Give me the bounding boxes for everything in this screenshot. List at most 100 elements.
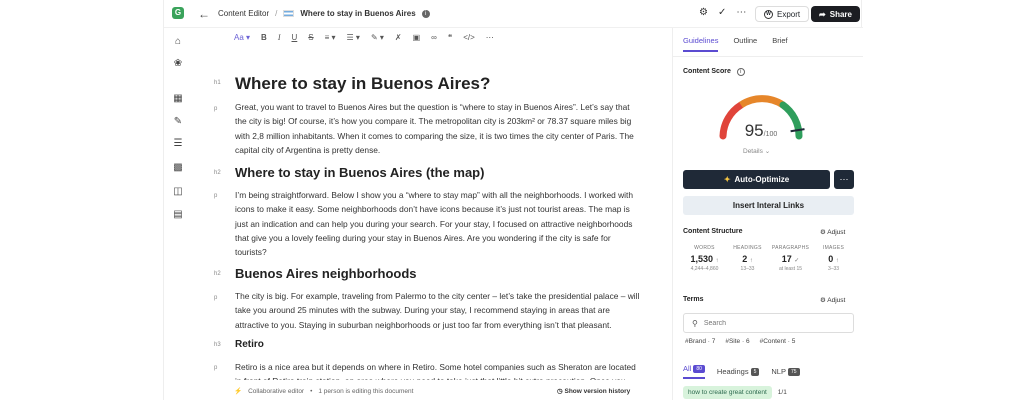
keyword-pill[interactable]: how to create great content [683, 386, 772, 399]
app-logo[interactable]: G [172, 7, 184, 19]
more-toolbar-icon[interactable]: ⋯ [486, 33, 494, 42]
search-input[interactable] [703, 319, 844, 327]
editor-status: ⚡ Collaborative editor • 1 person is edi… [234, 387, 414, 396]
version-history-label: Show version history [564, 388, 631, 395]
underline-icon[interactable]: U [292, 33, 298, 42]
info-icon[interactable]: i [421, 9, 430, 18]
link-icon[interactable]: ∞ [431, 33, 437, 42]
collaborative-label: Collaborative editor [248, 387, 305, 395]
highlight-dropdown-icon[interactable]: ✎ ▾ [371, 33, 384, 42]
tab-brief[interactable]: Brief [772, 36, 787, 52]
term-tag-site[interactable]: #Site · 6 [725, 338, 749, 345]
block-tag-h2: h2 [214, 170, 221, 176]
strikethrough-icon[interactable]: S [308, 33, 313, 42]
brain-icon[interactable]: ❀ [172, 58, 184, 70]
details-toggle[interactable]: Details ⌄ [743, 147, 770, 155]
tab-guidelines[interactable]: Guidelines [683, 36, 719, 52]
guidelines-panel: Guidelines Outline Brief Content Score i… [672, 28, 863, 400]
stat-number: 0 [828, 254, 834, 264]
filter-headings[interactable]: Headings 5 [716, 367, 760, 377]
stat-number: 1,530 [690, 254, 713, 264]
filter-count: 75 [787, 368, 800, 377]
image-icon[interactable]: ▣ [413, 33, 421, 42]
keyword-row[interactable]: how to create great content 1/1 [683, 386, 787, 399]
breadcrumb-separator: / [275, 9, 278, 18]
stat-range: 4,244–4,860 [690, 266, 719, 272]
heading-h3[interactable]: Retiro [235, 339, 640, 350]
tab-outline[interactable]: Outline [733, 36, 757, 52]
align-dropdown-icon[interactable]: ≡ ▾ [325, 33, 336, 42]
italic-icon[interactable]: I [278, 33, 281, 42]
export-button[interactable]: W Export [755, 6, 810, 22]
terms-title: Terms [683, 296, 704, 303]
show-version-history-link[interactable]: ◷ Show version history [557, 387, 630, 395]
font-style-dropdown[interactable]: Aa ▾ [234, 33, 250, 42]
paragraph[interactable]: The city is big. For example, traveling … [235, 289, 640, 332]
content-structure-stats: WORDS 1,530 ↑ 4,244–4,860 HEADINGS 2 ↑ 1… [683, 245, 855, 272]
paragraph[interactable]: Retiro is a nice area but it depends on … [235, 360, 640, 380]
grid-icon[interactable]: ▦ [172, 93, 184, 105]
quote-icon[interactable]: ❝ [448, 33, 452, 42]
info-icon[interactable]: i [736, 68, 745, 76]
sparkle-icon: ✦ [723, 175, 731, 184]
home-icon[interactable]: ⌂ [172, 36, 184, 48]
content-score-title: Content Score i [683, 68, 745, 76]
filter-label: NLP [771, 367, 786, 376]
block-tag-p: p [214, 295, 218, 301]
clear-format-icon[interactable]: ✗ [395, 33, 402, 42]
page-margin-right [862, 0, 1024, 400]
breadcrumb-content-editor[interactable]: Content Editor [218, 9, 269, 18]
insert-internal-links-button[interactable]: Insert Interal Links [683, 196, 854, 215]
code-icon[interactable]: </> [463, 33, 475, 42]
term-tag-brand[interactable]: #Brand · 7 [685, 338, 715, 345]
heading-h2[interactable]: Where to stay in Buenos Aires (the map) [235, 165, 640, 180]
tabs-divider [673, 56, 863, 57]
filter-nlp[interactable]: NLP 75 [771, 367, 800, 377]
list-dropdown-icon[interactable]: ☰ ▾ [347, 33, 360, 42]
left-icon-rail: ⌂ ❀ ▦ ✎ ☰ ▩ ◫ ▤ [164, 28, 194, 400]
font-style-label: Aa [234, 33, 244, 42]
edit-icon[interactable]: ✎ [172, 116, 184, 128]
auto-optimize-label: Auto-Optimize [734, 175, 790, 184]
block-tag-h3: h3 [214, 342, 221, 348]
paragraph[interactable]: Great, you want to travel to Buenos Aire… [235, 100, 640, 157]
breadcrumb: Content Editor / Where to stay in Buenos… [218, 9, 430, 18]
filter-label: Headings [716, 367, 749, 376]
filter-count: 5 [750, 368, 760, 377]
settings-icon[interactable]: ⚙ [699, 7, 708, 18]
checkmark-icon[interactable]: ✓ [718, 7, 726, 18]
term-tag-content[interactable]: #Content · 5 [760, 338, 796, 345]
chart-icon[interactable]: ▩ [172, 162, 184, 174]
score-value: 95 [744, 121, 764, 140]
more-options-icon[interactable]: ⋯ [736, 7, 746, 18]
editing-count: 1 person is editing this document [318, 387, 414, 395]
auto-optimize-more-button[interactable]: ⋯ [834, 170, 854, 189]
heading-h1[interactable]: Where to stay in Buenos Aires? [235, 74, 640, 94]
paragraph[interactable]: I’m being straightforward. Below I show … [235, 188, 640, 259]
stat-value: 2 ↑ [726, 254, 769, 264]
status-separator: • [310, 387, 313, 395]
document-title[interactable]: Where to stay in Buenos Aires [300, 9, 415, 18]
stat-headings: HEADINGS 2 ↑ 13–33 [726, 245, 769, 272]
share-button[interactable]: ➦ Share [811, 6, 860, 22]
heading-h2[interactable]: Buenos Aires neighborhoods [235, 266, 640, 281]
adjust-structure-button[interactable]: ⚙ Adjust [820, 228, 845, 236]
term-filters: All 80 Headings 5 NLP 75 [683, 364, 800, 380]
score-readout: 95/100 [711, 121, 811, 141]
filter-all[interactable]: All 80 [683, 364, 705, 380]
adjust-terms-button[interactable]: ⚙ Adjust [820, 296, 845, 304]
table-icon[interactable]: ◫ [172, 186, 184, 198]
terms-search[interactable]: ⚲ [683, 313, 854, 333]
back-arrow-icon[interactable]: ← [198, 7, 210, 21]
formatting-toolbar: Aa ▾ B I U S ≡ ▾ ☰ ▾ ✎ ▾ ✗ ▣ ∞ ❝ </> ⋯ [234, 33, 494, 42]
document-icon[interactable]: ▤ [172, 209, 184, 221]
stat-number: 17 [781, 254, 792, 264]
gauge-orange-segment [739, 95, 785, 109]
bold-icon[interactable]: B [261, 33, 267, 42]
list-icon[interactable]: ☰ [172, 138, 184, 150]
share-label: Share [829, 9, 852, 19]
panel-tabs: Guidelines Outline Brief [683, 36, 788, 52]
sliders-icon: ⚙ [820, 229, 826, 236]
details-label: Details [743, 148, 763, 155]
auto-optimize-button[interactable]: ✦ Auto-Optimize [683, 170, 830, 189]
